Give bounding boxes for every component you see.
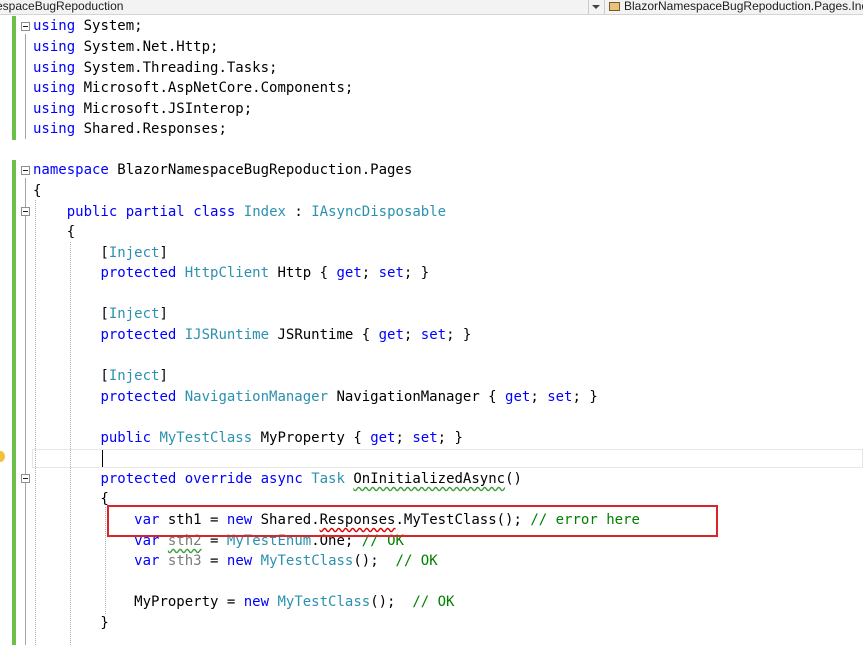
type-dropdown[interactable]: BlazorNamespaceBugRepoduction.Pages.Inde… — [604, 0, 863, 14]
code-line[interactable]: using System.Threading.Tasks; — [33, 58, 277, 78]
code-line[interactable]: protected override async Task OnInitiali… — [33, 469, 522, 489]
code-line[interactable]: { — [33, 222, 75, 242]
collapse-method-icon[interactable] — [21, 474, 30, 483]
current-line-highlight — [32, 449, 863, 468]
code-line[interactable]: public partial class Index : IAsyncDispo… — [33, 202, 446, 222]
project-dropdown-label: espaceBugRepoduction — [0, 0, 124, 13]
outline-line — [25, 178, 26, 645]
change-indicator — [12, 160, 16, 645]
code-line[interactable]: using System; — [33, 16, 143, 36]
outline-line — [25, 34, 26, 139]
collapse-using-icon[interactable] — [21, 22, 30, 31]
code-line[interactable]: using System.Net.Http; — [33, 37, 218, 57]
lightbulb-icon[interactable] — [0, 451, 5, 462]
code-line[interactable]: var sth3 = new MyTestClass(); // OK — [33, 551, 438, 571]
class-icon — [609, 2, 620, 11]
project-dropdown[interactable]: espaceBugRepoduction — [0, 0, 584, 14]
code-line[interactable]: [Inject] — [33, 304, 167, 324]
code-line[interactable]: MyProperty = new MyTestClass(); // OK — [33, 592, 454, 612]
code-line[interactable]: } — [33, 613, 108, 633]
code-line[interactable]: using Microsoft.JSInterop; — [33, 99, 252, 119]
code-line[interactable]: namespace BlazorNamespaceBugRepoduction.… — [33, 160, 412, 180]
change-indicator — [12, 16, 16, 140]
collapse-namespace-icon[interactable] — [21, 166, 30, 175]
code-line[interactable]: [Inject] — [33, 366, 167, 386]
code-line[interactable]: using Shared.Responses; — [33, 119, 227, 139]
error-highlight-box — [107, 505, 718, 537]
chevron-down-icon[interactable] — [588, 0, 601, 14]
code-line[interactable]: { — [33, 489, 108, 509]
code-line[interactable]: public MyTestClass MyProperty { get; set… — [33, 428, 463, 448]
code-line[interactable]: using Microsoft.AspNetCore.Components; — [33, 78, 353, 98]
code-line[interactable]: protected NavigationManager NavigationMa… — [33, 387, 597, 407]
code-line[interactable]: { — [33, 181, 41, 201]
code-line[interactable]: protected IJSRuntime JSRuntime { get; se… — [33, 325, 471, 345]
collapse-class-icon[interactable] — [21, 207, 30, 216]
type-dropdown-label: BlazorNamespaceBugRepoduction.Pages.Inde… — [624, 0, 863, 13]
navigation-bar: espaceBugRepoduction BlazorNamespaceBugR… — [0, 0, 863, 15]
code-line[interactable]: [Inject] — [33, 243, 167, 263]
code-line[interactable]: protected HttpClient Http { get; set; } — [33, 263, 429, 283]
text-caret — [102, 450, 103, 467]
